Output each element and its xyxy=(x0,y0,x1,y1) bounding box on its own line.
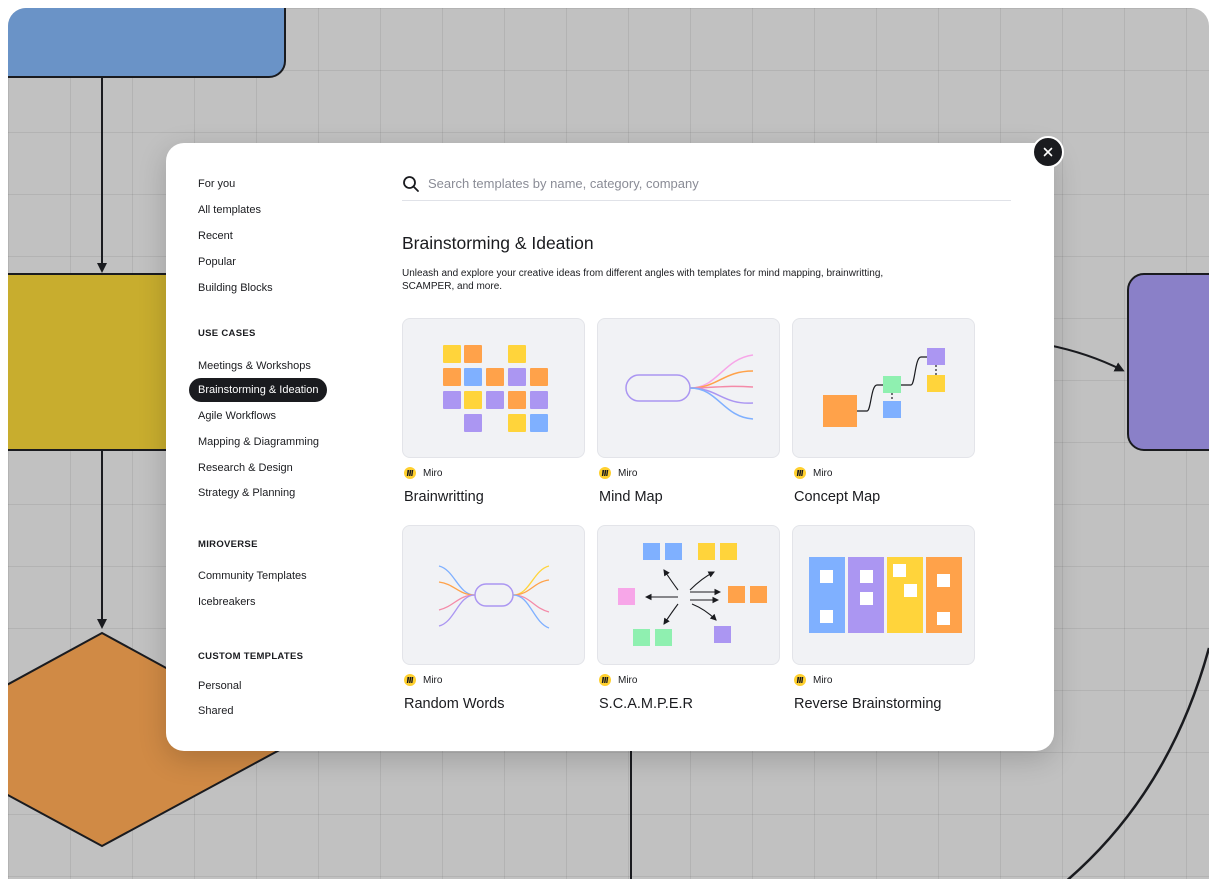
author-name: Miro xyxy=(423,467,443,479)
author-name: Miro xyxy=(423,674,443,686)
mind-map-thumbnail xyxy=(597,318,780,458)
brainwriting-thumbnail xyxy=(402,318,585,458)
board-stage: For you All templates Recent Popular Bui… xyxy=(0,0,1209,879)
search-input[interactable] xyxy=(428,173,988,191)
sidebar-item-community-templates[interactable]: Community Templates xyxy=(198,569,307,583)
sidebar-item-personal[interactable]: Personal xyxy=(198,679,241,693)
sidebar-item-recent[interactable]: Recent xyxy=(198,229,233,243)
yellow-rectangle-shape[interactable] xyxy=(8,273,189,451)
sidebar-item-brainstorming-ideation[interactable]: Brainstorming & Ideation xyxy=(189,378,328,402)
sidebar-item-all-templates[interactable]: All templates xyxy=(198,203,261,217)
sidebar-item-icebreakers[interactable]: Icebreakers xyxy=(198,595,255,609)
template-author: Miro xyxy=(402,673,585,687)
circle-shape-edge[interactable] xyxy=(1058,647,1209,879)
template-author: Miro xyxy=(792,466,975,480)
template-card-concept-map[interactable]: Miro Concept Map xyxy=(792,318,975,505)
template-search-bar xyxy=(402,173,1011,201)
author-name: Miro xyxy=(813,674,833,686)
template-card-brainwriting[interactable]: Miro Brainwritting xyxy=(402,318,585,505)
close-icon xyxy=(1043,147,1053,157)
sidebar-item-for-you[interactable]: For you xyxy=(198,177,235,191)
concept-map-thumbnail xyxy=(792,318,975,458)
sidebar-item-strategy-planning[interactable]: Strategy & Planning xyxy=(198,486,295,500)
template-title[interactable]: Concept Map xyxy=(794,489,975,505)
connector-curve[interactable] xyxy=(1047,344,1125,372)
template-card-scamper[interactable]: Miro S.C.A.M.P.E.R xyxy=(597,525,780,712)
sidebar-item-mapping-diagramming[interactable]: Mapping & Diagramming xyxy=(198,435,319,449)
template-card-mind-map[interactable]: Miro Mind Map xyxy=(597,318,780,505)
template-title[interactable]: Mind Map xyxy=(599,489,780,505)
author-name: Miro xyxy=(618,674,638,686)
purple-rectangle-shape[interactable] xyxy=(1127,273,1209,451)
miro-logo-icon xyxy=(404,674,416,686)
search-icon[interactable] xyxy=(402,175,420,193)
section-heading-use-cases: USE CASES xyxy=(198,328,256,339)
close-modal-button[interactable] xyxy=(1032,136,1064,168)
miro-logo-icon xyxy=(794,674,806,686)
miro-logo-icon xyxy=(599,674,611,686)
miro-logo-icon xyxy=(599,467,611,479)
author-name: Miro xyxy=(813,467,833,479)
scamper-thumbnail xyxy=(597,525,780,665)
template-title[interactable]: S.C.A.M.P.E.R xyxy=(599,696,780,712)
sidebar-item-research-design[interactable]: Research & Design xyxy=(198,461,293,475)
template-picker-modal: For you All templates Recent Popular Bui… xyxy=(166,143,1054,751)
sidebar-item-popular[interactable]: Popular xyxy=(198,255,236,269)
page-title: Brainstorming & Ideation xyxy=(402,233,594,253)
template-title[interactable]: Brainwritting xyxy=(404,489,585,505)
random-words-thumbnail xyxy=(402,525,585,665)
section-heading-miroverse: MIROVERSE xyxy=(198,539,258,550)
template-title[interactable]: Random Words xyxy=(404,696,585,712)
sidebar-item-meetings-workshops[interactable]: Meetings & Workshops xyxy=(198,359,311,373)
miro-logo-icon xyxy=(794,467,806,479)
template-title[interactable]: Reverse Brainstorming xyxy=(794,696,975,712)
reverse-brainstorming-thumbnail xyxy=(792,525,975,665)
template-author: Miro xyxy=(402,466,585,480)
miro-logo-icon xyxy=(404,467,416,479)
sidebar-item-agile-workflows[interactable]: Agile Workflows xyxy=(198,409,276,423)
template-author: Miro xyxy=(792,673,975,687)
sidebar-item-shared[interactable]: Shared xyxy=(198,704,233,718)
template-card-reverse-brainstorming[interactable]: Miro Reverse Brainstorming xyxy=(792,525,975,712)
page-description: Unleash and explore your creative ideas … xyxy=(402,268,884,292)
template-author: Miro xyxy=(597,673,780,687)
template-card-random-words[interactable]: Miro Random Words xyxy=(402,525,585,712)
section-heading-custom-templates: CUSTOM TEMPLATES xyxy=(198,651,304,662)
author-name: Miro xyxy=(618,467,638,479)
template-author: Miro xyxy=(597,466,780,480)
blue-rectangle-shape[interactable] xyxy=(8,8,286,78)
sidebar-item-building-blocks[interactable]: Building Blocks xyxy=(198,281,273,295)
